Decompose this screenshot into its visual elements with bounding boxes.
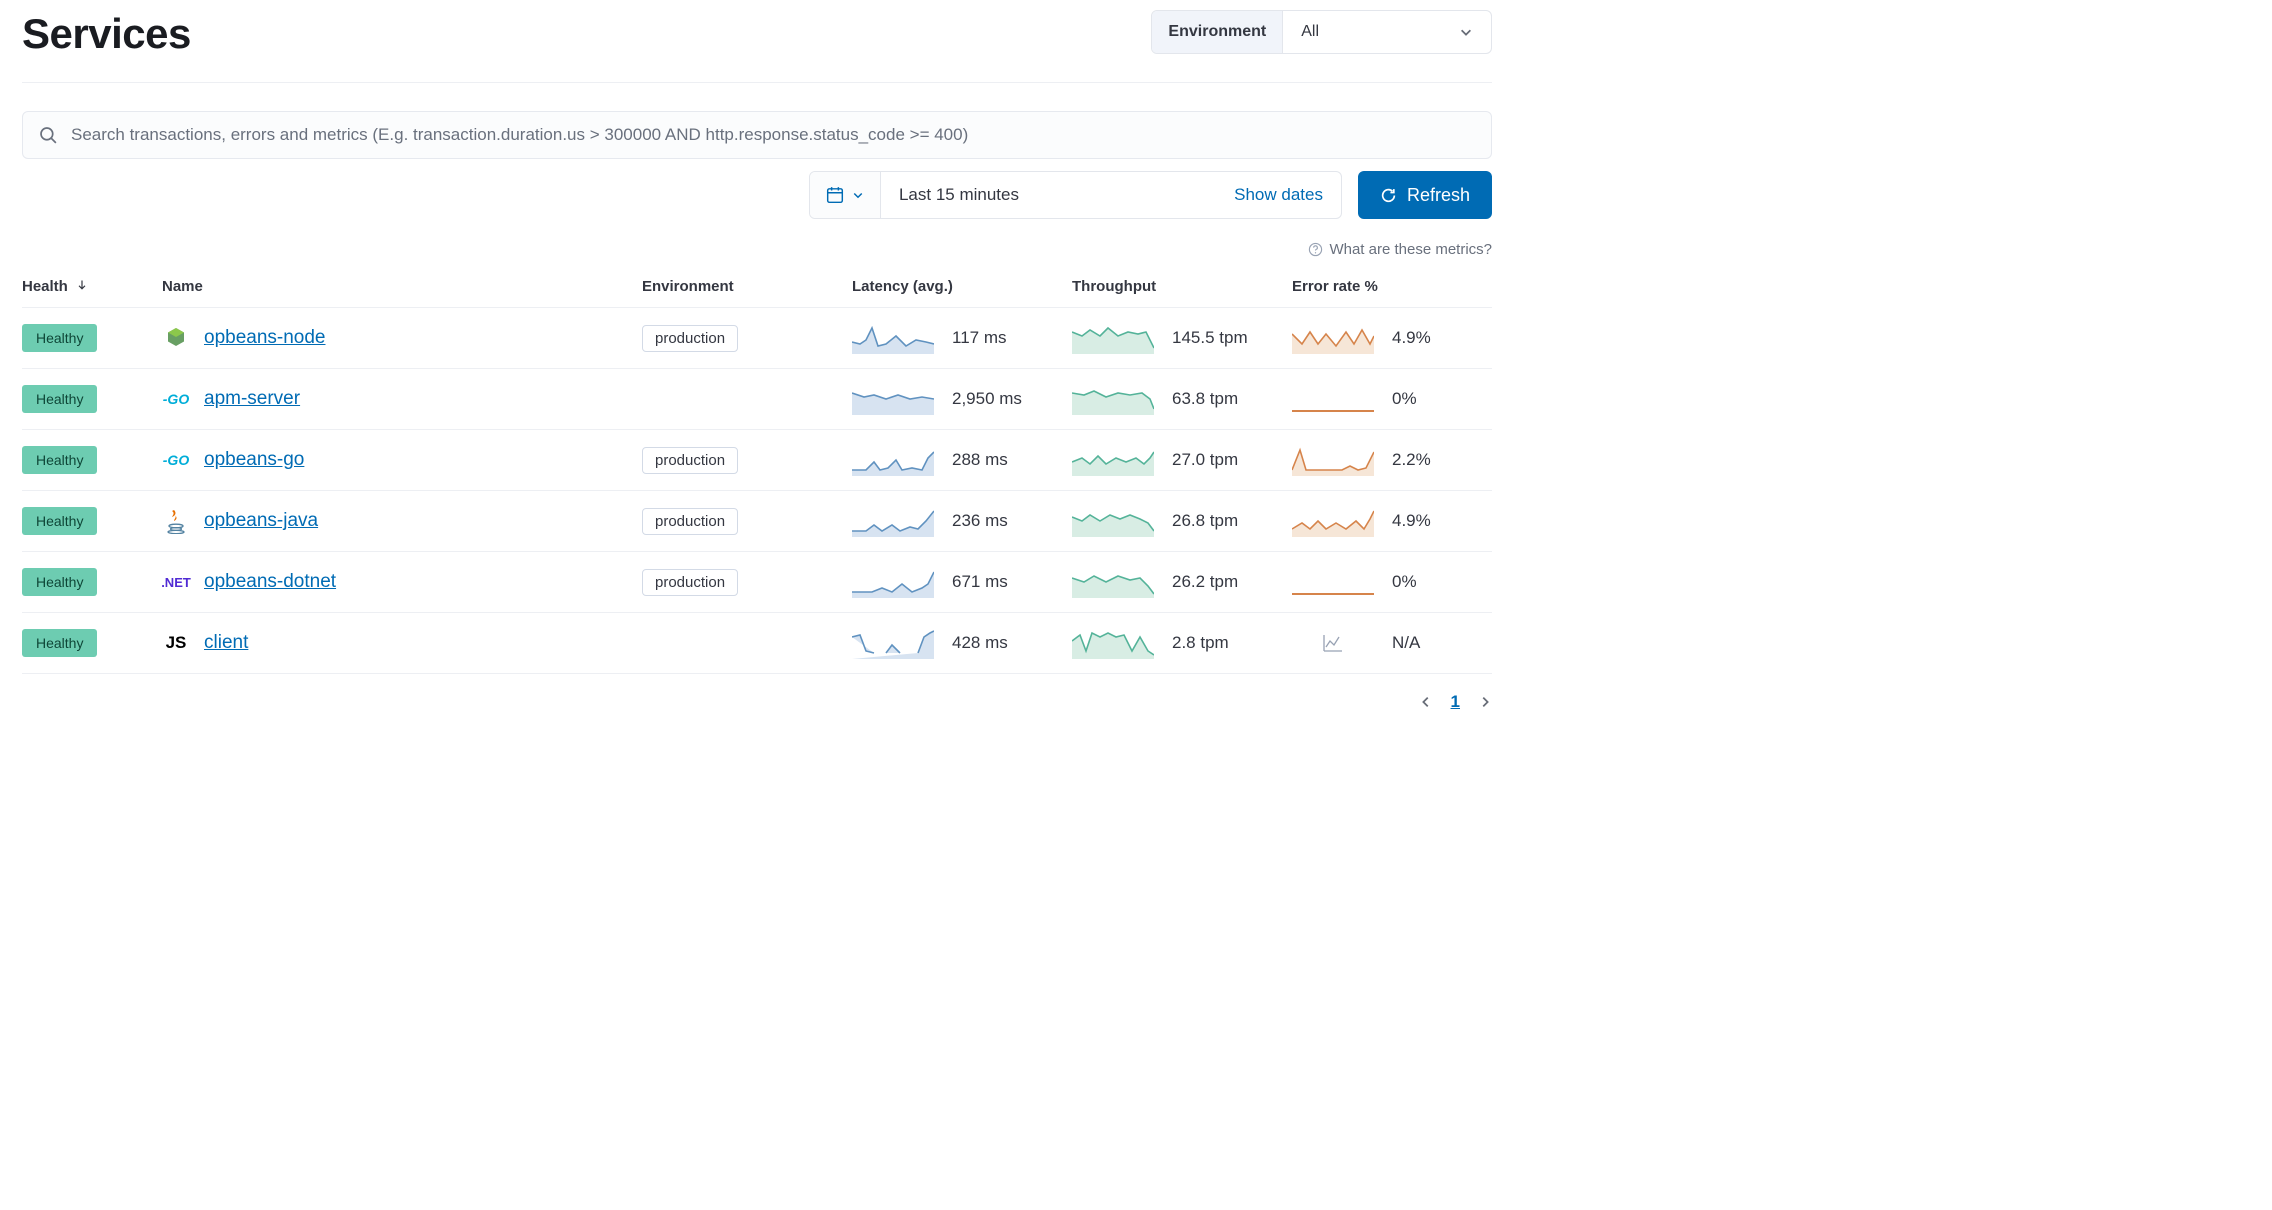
latency-value: 428 ms [952, 633, 1008, 653]
environment-tag: production [642, 508, 738, 535]
environment-value: All [1301, 23, 1319, 41]
refresh-label: Refresh [1407, 185, 1470, 206]
sparkline [1072, 505, 1154, 537]
throughput-value: 2.8 tpm [1172, 633, 1229, 653]
sparkline [852, 444, 934, 476]
sparkline [1292, 505, 1374, 537]
table-row: Healthy -GO apm-server 2,950 ms 63.8 tpm… [22, 369, 1492, 430]
table-row: Healthy opbeans-java production 236 ms 2… [22, 491, 1492, 552]
refresh-icon [1380, 187, 1397, 204]
table-row: Healthy opbeans-node production 117 ms 1… [22, 308, 1492, 369]
table-row: Healthy -GO opbeans-go production 288 ms… [22, 430, 1492, 491]
page-number[interactable]: 1 [1451, 692, 1460, 712]
health-badge: Healthy [22, 385, 97, 413]
environment-tag: production [642, 325, 738, 352]
service-lang-icon: JS [162, 629, 190, 657]
col-latency[interactable]: Latency (avg.) [852, 266, 1072, 308]
sparkline [852, 322, 934, 354]
table-row: Healthy JS client 428 ms 2.8 tpm N/A [22, 613, 1492, 674]
refresh-button[interactable]: Refresh [1358, 171, 1492, 219]
prev-page-icon[interactable] [1419, 695, 1433, 709]
show-dates-link[interactable]: Show dates [1234, 185, 1323, 205]
service-lang-icon: .NET [162, 568, 190, 596]
service-lang-icon: -GO [162, 446, 190, 474]
page-title: Services [22, 10, 191, 58]
col-error-rate[interactable]: Error rate % [1292, 266, 1492, 308]
next-page-icon[interactable] [1478, 695, 1492, 709]
service-lang-icon: -GO [162, 385, 190, 413]
sparkline [1072, 566, 1154, 598]
time-range-value: Last 15 minutes [899, 185, 1019, 205]
col-environment[interactable]: Environment [642, 266, 852, 308]
service-link[interactable]: opbeans-node [204, 327, 326, 349]
table-row: Healthy .NET opbeans-dotnet production 6… [22, 552, 1492, 613]
search-icon [39, 126, 57, 144]
na-chart-icon [1292, 633, 1374, 653]
sparkline [1292, 383, 1374, 415]
sparkline [1072, 322, 1154, 354]
throughput-value: 26.8 tpm [1172, 511, 1238, 531]
col-health[interactable]: Health [22, 266, 162, 308]
error-rate-value: 4.9% [1392, 511, 1431, 531]
throughput-value: 63.8 tpm [1172, 389, 1238, 409]
help-link[interactable]: What are these metrics? [1329, 241, 1492, 258]
throughput-value: 27.0 tpm [1172, 450, 1238, 470]
error-rate-value: 2.2% [1392, 450, 1431, 470]
throughput-value: 145.5 tpm [1172, 328, 1248, 348]
environment-label: Environment [1152, 11, 1283, 53]
time-range-picker: Last 15 minutes Show dates [809, 171, 1342, 219]
sparkline [852, 505, 934, 537]
service-link[interactable]: opbeans-java [204, 510, 318, 532]
sparkline [1072, 627, 1154, 659]
health-badge: Healthy [22, 629, 97, 657]
environment-tag: production [642, 447, 738, 474]
calendar-icon [826, 186, 844, 204]
pagination: 1 [22, 692, 1492, 712]
chevron-down-icon [852, 189, 864, 201]
service-lang-icon [162, 324, 190, 352]
health-badge: Healthy [22, 324, 97, 352]
search-bar[interactable] [22, 111, 1492, 159]
error-rate-value: N/A [1392, 633, 1420, 653]
col-name[interactable]: Name [162, 266, 642, 308]
latency-value: 288 ms [952, 450, 1008, 470]
service-link[interactable]: apm-server [204, 388, 300, 410]
sparkline [1072, 383, 1154, 415]
sparkline [1072, 444, 1154, 476]
service-lang-icon [162, 507, 190, 535]
chevron-down-icon [1459, 25, 1473, 39]
error-rate-value: 0% [1392, 572, 1417, 592]
sparkline [1292, 322, 1374, 354]
service-link[interactable]: opbeans-go [204, 449, 304, 471]
latency-value: 117 ms [952, 328, 1007, 348]
service-link[interactable]: client [204, 632, 248, 654]
health-badge: Healthy [22, 446, 97, 474]
environment-tag: production [642, 569, 738, 596]
help-icon [1308, 242, 1323, 257]
environment-filter: Environment All [1151, 10, 1492, 54]
sparkline [852, 566, 934, 598]
sparkline [1292, 444, 1374, 476]
latency-value: 236 ms [952, 511, 1008, 531]
error-rate-value: 0% [1392, 389, 1417, 409]
calendar-button[interactable] [810, 172, 881, 218]
error-rate-value: 4.9% [1392, 328, 1431, 348]
services-table: Health Name Environment Latency (avg.) T… [22, 266, 1492, 674]
sparkline [852, 383, 934, 415]
sparkline [1292, 566, 1374, 598]
col-throughput[interactable]: Throughput [1072, 266, 1292, 308]
health-badge: Healthy [22, 568, 97, 596]
latency-value: 2,950 ms [952, 389, 1022, 409]
sort-down-icon [76, 279, 88, 291]
sparkline [852, 627, 934, 659]
search-input[interactable] [71, 125, 1475, 145]
health-badge: Healthy [22, 507, 97, 535]
throughput-value: 26.2 tpm [1172, 572, 1238, 592]
service-link[interactable]: opbeans-dotnet [204, 571, 336, 593]
environment-select[interactable]: All [1283, 11, 1491, 53]
latency-value: 671 ms [952, 572, 1008, 592]
